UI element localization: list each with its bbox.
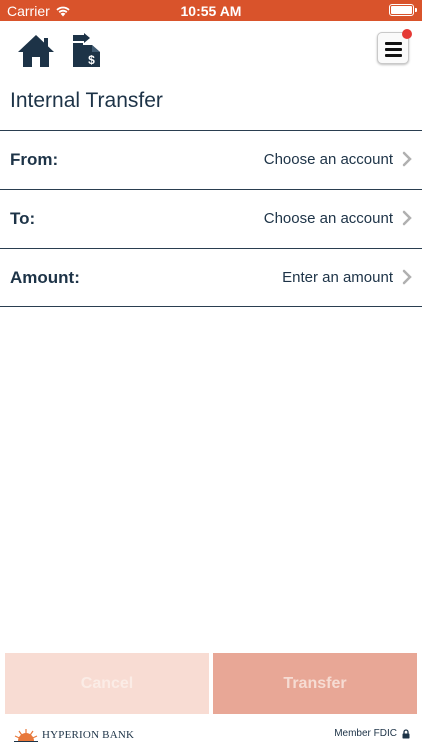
- menu-button[interactable]: [377, 29, 412, 64]
- from-value: Choose an account: [263, 151, 393, 168]
- status-bar: Carrier 10:55 AM: [0, 0, 422, 21]
- chevron-right-icon: [402, 151, 412, 167]
- hamburger-menu-icon: [385, 42, 402, 60]
- battery-icon: [389, 4, 417, 16]
- chevron-right-icon: [402, 210, 412, 226]
- home-icon: [18, 35, 54, 67]
- form-divider: [0, 306, 422, 307]
- from-account-row[interactable]: From: Choose an account: [0, 130, 422, 189]
- transfer-button[interactable]: Transfer: [213, 653, 417, 714]
- chevron-right-icon: [402, 269, 412, 285]
- footer: HYPERION BANK Member FDIC: [0, 720, 422, 750]
- money-transfer-icon: $: [73, 33, 100, 67]
- status-time: 10:55 AM: [180, 3, 242, 19]
- to-label: To:: [10, 209, 36, 228]
- page-title: Internal Transfer: [10, 89, 163, 112]
- from-label: From:: [10, 150, 59, 169]
- notification-badge: [402, 29, 412, 39]
- lock-icon: [402, 728, 410, 738]
- nav-bar: $: [0, 21, 422, 81]
- money-transfer-button[interactable]: $: [70, 33, 106, 69]
- amount-row[interactable]: Amount: Enter an amount: [0, 248, 422, 307]
- home-button[interactable]: [16, 33, 56, 69]
- fdic-notice: Member FDIC: [334, 728, 410, 739]
- fdic-label: Member FDIC: [334, 728, 397, 739]
- svg-text:$: $: [88, 53, 95, 67]
- to-value: Choose an account: [263, 210, 393, 227]
- amount-label: Amount:: [10, 268, 80, 287]
- bank-logo: HYPERION BANK: [14, 728, 134, 742]
- cancel-button[interactable]: Cancel: [5, 653, 209, 714]
- amount-value: Enter an amount: [282, 269, 393, 286]
- to-account-row[interactable]: To: Choose an account: [0, 189, 422, 248]
- bank-name: HYPERION BANK: [42, 729, 135, 741]
- sunburst-logo-icon: [14, 729, 38, 742]
